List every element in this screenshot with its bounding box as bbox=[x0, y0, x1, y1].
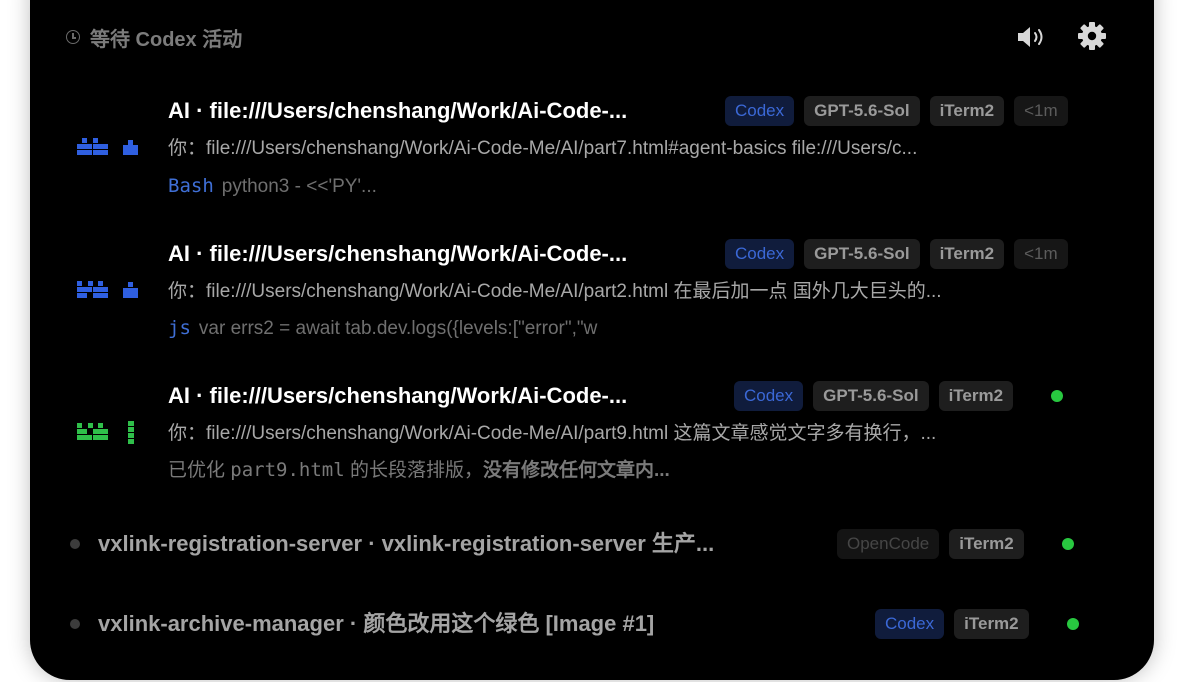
pixel-avatar-icon bbox=[77, 281, 138, 298]
badge-time: <1m bbox=[1014, 239, 1068, 269]
mini-session-title: vxlink-registration-server · vxlink-regi… bbox=[98, 531, 715, 556]
tool-name: Bash bbox=[168, 175, 214, 197]
activity-text: 的长段落排版， bbox=[344, 460, 483, 481]
badge-agent: Codex bbox=[734, 381, 804, 411]
activity-text: var errs2 = await tab.dev.logs({levels:[… bbox=[198, 318, 598, 339]
session-badges: Codex iTerm2 bbox=[875, 609, 1079, 639]
header-title: 等待 Codex 活动 bbox=[90, 28, 243, 51]
badge-terminal[interactable]: iTerm2 bbox=[938, 381, 1014, 411]
badge-terminal[interactable]: iTerm2 bbox=[949, 529, 1024, 559]
badge-agent: OpenCode bbox=[837, 529, 940, 559]
session-badges: Codex GPT-5.6-Sol iTerm2 bbox=[734, 381, 1064, 411]
badge-terminal[interactable]: iTerm2 bbox=[929, 239, 1005, 269]
speaker-icon[interactable] bbox=[1014, 22, 1048, 52]
badge-time: <1m bbox=[1014, 96, 1068, 126]
session-title: AI · file:///Users/chenshang/Work/Ai-Cod… bbox=[168, 98, 628, 123]
session-prompt: 你：file:///Users/chenshang/Work/Ai-Code-M… bbox=[168, 138, 918, 159]
status-active-dot bbox=[1066, 618, 1079, 630]
badge-model: GPT-5.6-Sol bbox=[804, 239, 920, 269]
badge-terminal[interactable]: iTerm2 bbox=[929, 96, 1005, 126]
session-badges: Codex GPT-5.6-Sol iTerm2 <1m bbox=[725, 96, 1068, 126]
idle-dot bbox=[70, 539, 80, 549]
status-active-dot bbox=[1051, 390, 1064, 402]
session-activity: js var errs2 = await tab.dev.logs({levels… bbox=[168, 315, 597, 342]
activity-text: 已优化 bbox=[168, 460, 231, 481]
badge-agent: Codex bbox=[725, 239, 795, 269]
session-badges: Codex GPT-5.6-Sol iTerm2 <1m bbox=[725, 239, 1068, 269]
session-activity: 已优化 part9.html 的长段落排版，没有修改任何文章内... bbox=[168, 457, 670, 484]
pixel-avatar-icon bbox=[77, 138, 138, 155]
pixel-avatar-icon bbox=[77, 421, 134, 444]
session-badges: OpenCode iTerm2 bbox=[837, 529, 1074, 559]
badge-model: GPT-5.6-Sol bbox=[804, 96, 920, 126]
clock-icon bbox=[66, 30, 80, 44]
gear-icon[interactable] bbox=[1076, 20, 1108, 52]
session-prompt: 你：file:///Users/chenshang/Work/Ai-Code-M… bbox=[168, 281, 942, 302]
session-activity: Bash python3 - <<'PY'... bbox=[168, 173, 377, 200]
session-title: AI · file:///Users/chenshang/Work/Ai-Cod… bbox=[168, 241, 628, 266]
activity-emphasis: 没有修改任何文章内... bbox=[482, 460, 670, 481]
badge-terminal[interactable]: iTerm2 bbox=[954, 609, 1029, 639]
status-active-dot bbox=[1061, 538, 1074, 550]
idle-dot bbox=[70, 619, 80, 629]
mini-session-title: vxlink-archive-manager · 颜色改用这个绿色 [Image… bbox=[98, 611, 655, 636]
badge-agent: Codex bbox=[725, 96, 795, 126]
badge-model: GPT-5.6-Sol bbox=[813, 381, 929, 411]
activity-text: python3 - <<'PY'... bbox=[221, 176, 377, 197]
tool-name: js bbox=[168, 317, 191, 339]
session-title: AI · file:///Users/chenshang/Work/Ai-Cod… bbox=[168, 383, 628, 408]
badge-agent: Codex bbox=[875, 609, 945, 639]
session-prompt: 你：file:///Users/chenshang/Work/Ai-Code-M… bbox=[168, 423, 937, 444]
activity-code: part9.html bbox=[230, 459, 345, 481]
header: 等待 Codex 活动 bbox=[66, 22, 242, 52]
